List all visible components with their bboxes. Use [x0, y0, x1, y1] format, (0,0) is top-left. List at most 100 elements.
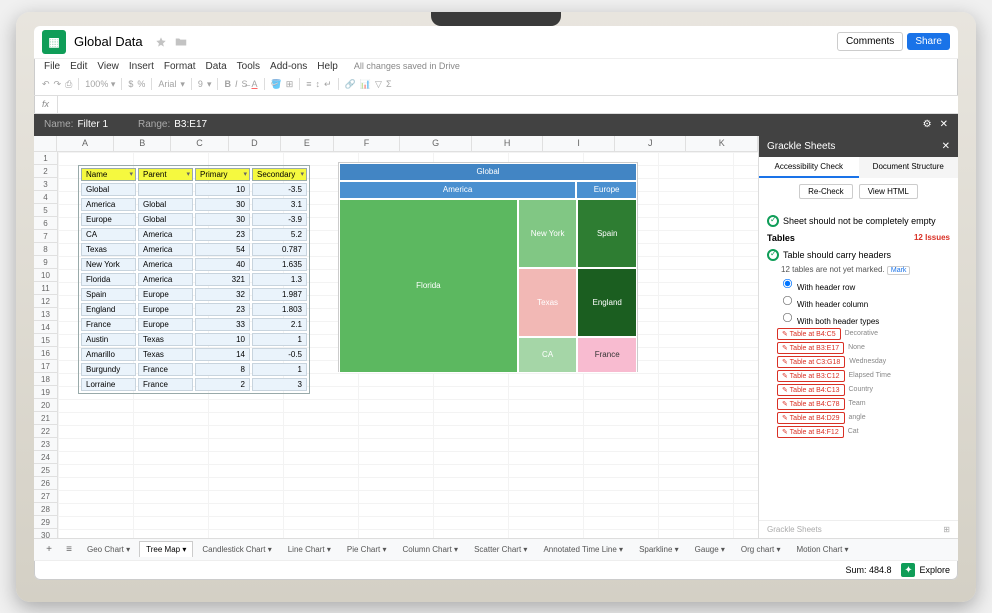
col-header[interactable]: E: [281, 136, 333, 151]
row-header[interactable]: 24: [34, 451, 57, 464]
table-cell[interactable]: Europe: [81, 213, 136, 226]
table-cell[interactable]: 3.1: [252, 198, 307, 211]
table-cell[interactable]: France: [138, 363, 193, 376]
redo-icon[interactable]: ↷: [54, 79, 62, 90]
table-cell[interactable]: 1: [252, 363, 307, 376]
row-header[interactable]: 19: [34, 386, 57, 399]
filter-close-icon[interactable]: ✕: [940, 119, 948, 130]
table-cell[interactable]: Texas: [138, 333, 193, 346]
table-cell[interactable]: 23: [195, 303, 250, 316]
link-icon[interactable]: 🔗: [345, 79, 356, 90]
table-cell[interactable]: New York: [81, 258, 136, 271]
document-title[interactable]: Global Data: [74, 34, 143, 49]
col-header[interactable]: K: [686, 136, 758, 151]
row-header[interactable]: 21: [34, 412, 57, 425]
sidepanel-tab[interactable]: Document Structure: [859, 157, 959, 178]
table-cell[interactable]: Texas: [138, 348, 193, 361]
grid-icon[interactable]: ⊞: [943, 525, 950, 534]
sum-display[interactable]: Sum: 484.8: [845, 565, 891, 575]
table-cell[interactable]: Global: [138, 198, 193, 211]
comments-button[interactable]: Comments: [837, 32, 903, 51]
currency-icon[interactable]: $: [128, 79, 133, 89]
text-color-icon[interactable]: A: [252, 79, 258, 89]
table-cell[interactable]: Global: [138, 213, 193, 226]
table-cell[interactable]: America: [81, 198, 136, 211]
table-chip[interactable]: ✎ Table at B3:C12: [777, 370, 845, 382]
row-header[interactable]: 22: [34, 425, 57, 438]
menu-file[interactable]: File: [44, 61, 60, 72]
table-cell[interactable]: Europe: [138, 303, 193, 316]
table-cell[interactable]: America: [138, 228, 193, 241]
menu-view[interactable]: View: [97, 61, 119, 72]
col-header[interactable]: C: [171, 136, 228, 151]
row-header[interactable]: 25: [34, 464, 57, 477]
sheet-tab[interactable]: Column Chart ▾: [395, 541, 465, 558]
mark-button[interactable]: Mark: [887, 266, 911, 275]
table-header[interactable]: Parent: [138, 168, 193, 181]
fontsize-dropdown[interactable]: 9: [198, 79, 203, 89]
chart-icon[interactable]: 📊: [360, 79, 371, 90]
menu-help[interactable]: Help: [317, 61, 338, 72]
table-header[interactable]: Name: [81, 168, 136, 181]
recheck-button[interactable]: Re-Check: [799, 184, 853, 199]
row-header[interactable]: 1: [34, 152, 57, 165]
table-cell[interactable]: 32: [195, 288, 250, 301]
star-icon[interactable]: [154, 35, 168, 49]
row-header[interactable]: 28: [34, 503, 57, 516]
table-cell[interactable]: 2: [195, 378, 250, 391]
undo-icon[interactable]: ↶: [42, 79, 50, 90]
explore-button[interactable]: ✦ Explore: [901, 563, 950, 577]
table-cell[interactable]: Global: [81, 183, 136, 196]
table-cell[interactable]: -3.5: [252, 183, 307, 196]
functions-icon[interactable]: Σ: [386, 79, 392, 89]
formula-input[interactable]: [58, 96, 958, 113]
col-header[interactable]: I: [543, 136, 615, 151]
table-cell[interactable]: Europe: [138, 288, 193, 301]
table-cell[interactable]: France: [138, 378, 193, 391]
table-cell[interactable]: Florida: [81, 273, 136, 286]
header-type-radio[interactable]: [783, 278, 792, 287]
col-header[interactable]: J: [615, 136, 687, 151]
sheet-tab[interactable]: Scatter Chart ▾: [467, 541, 534, 558]
tables-section[interactable]: Tables 12 Issues: [767, 233, 950, 243]
row-header[interactable]: 10: [34, 269, 57, 282]
filter-range[interactable]: B3:E17: [174, 119, 207, 130]
table-chip[interactable]: ✎ Table at B4:D29: [777, 412, 845, 424]
filter-icon[interactable]: ▽: [375, 79, 382, 90]
table-chip[interactable]: ✎ Table at B4:C78: [777, 398, 845, 410]
print-icon[interactable]: ⎙: [65, 79, 72, 90]
table-chip[interactable]: ✎ Table at B4:C13: [777, 384, 845, 396]
font-dropdown[interactable]: Arial: [158, 79, 176, 89]
table-cell[interactable]: Texas: [81, 243, 136, 256]
table-cell[interactable]: 5.2: [252, 228, 307, 241]
row-header[interactable]: 7: [34, 230, 57, 243]
row-header[interactable]: 5: [34, 204, 57, 217]
table-cell[interactable]: Burgundy: [81, 363, 136, 376]
align-icon[interactable]: ≡: [306, 79, 311, 89]
table-cell[interactable]: Austin: [81, 333, 136, 346]
header-type-radio[interactable]: [783, 295, 792, 304]
data-table[interactable]: NameParentPrimarySecondaryGlobal10-3.5Am…: [78, 165, 310, 394]
table-cell[interactable]: America: [138, 273, 193, 286]
row-header[interactable]: 11: [34, 282, 57, 295]
row-header[interactable]: 13: [34, 308, 57, 321]
table-cell[interactable]: 1.635: [252, 258, 307, 271]
menu-edit[interactable]: Edit: [70, 61, 87, 72]
row-header[interactable]: 6: [34, 217, 57, 230]
table-chip[interactable]: ✎ Table at C3:G18: [777, 356, 845, 368]
row-header[interactable]: 4: [34, 191, 57, 204]
sidepanel-tab[interactable]: Accessibility Check: [759, 157, 859, 178]
strike-icon[interactable]: S̶: [241, 79, 247, 89]
share-button[interactable]: Share: [907, 33, 950, 50]
sheet-tab[interactable]: Annotated Time Line ▾: [536, 541, 630, 558]
table-cell[interactable]: 1.987: [252, 288, 307, 301]
sheet-tab[interactable]: Pie Chart ▾: [340, 541, 394, 558]
view-html-button[interactable]: View HTML: [859, 184, 918, 199]
sheet-tab[interactable]: Motion Chart ▾: [790, 541, 856, 558]
table-cell[interactable]: 10: [195, 183, 250, 196]
table-cell[interactable]: 30: [195, 213, 250, 226]
table-chip[interactable]: ✎ Table at B3:E17: [777, 342, 844, 354]
table-cell[interactable]: 0.787: [252, 243, 307, 256]
col-header[interactable]: H: [472, 136, 544, 151]
filter-name[interactable]: Filter 1: [77, 119, 108, 130]
